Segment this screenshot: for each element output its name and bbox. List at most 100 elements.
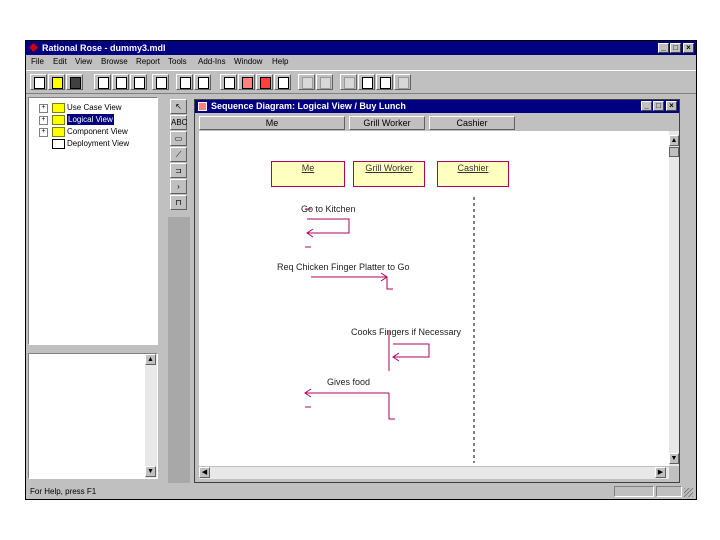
column-header-cashier[interactable]: Cashier — [429, 116, 515, 130]
rational-rose-window: Rational Rose - dummy3.mdl _ □ × File Ed… — [25, 40, 697, 500]
zoom-out-icon — [362, 77, 373, 89]
close-button[interactable]: × — [683, 43, 694, 53]
browser-toggle-button[interactable] — [194, 74, 211, 90]
status-text: For Help, press F1 — [30, 487, 97, 496]
menu-add-ins[interactable]: Add-Ins — [198, 57, 226, 66]
fit-window-button[interactable] — [376, 74, 393, 90]
rose-logo-icon — [29, 43, 38, 52]
browser-tree: + Use Case View + Logical View + Compone… — [28, 97, 158, 345]
diagram-horizontal-scrollbar[interactable]: ◀ ▶ — [199, 467, 669, 479]
message-label[interactable]: Cooks Fingers if Necessary — [351, 327, 461, 337]
documentation-pane[interactable]: ▲ ▼ — [28, 353, 158, 479]
scroll-thumb[interactable] — [669, 147, 679, 157]
context-help-button[interactable] — [176, 74, 193, 90]
status-pane — [656, 486, 682, 497]
status-pane — [614, 486, 654, 497]
diagram-minimize-button[interactable]: _ — [641, 101, 652, 111]
anchor-line-icon: ⟋ — [175, 150, 182, 159]
new-file-icon — [34, 77, 45, 89]
menu-view[interactable]: View — [75, 57, 92, 66]
class-diagram-button[interactable] — [220, 74, 237, 90]
message-label[interactable]: Gives food — [327, 377, 370, 387]
activation-bar — [386, 277, 393, 290]
note-tool[interactable]: ▭ — [170, 131, 187, 146]
fit-window-icon — [380, 77, 391, 89]
expand-icon[interactable]: + — [39, 128, 48, 137]
scroll-right-icon[interactable]: ▶ — [655, 467, 666, 478]
diagram-arrows — [304, 197, 475, 463]
menu-help[interactable]: Help — [272, 57, 288, 66]
message-tool[interactable]: › — [170, 179, 187, 194]
undo-fit-icon — [398, 77, 409, 89]
scroll-up-icon[interactable]: ▲ — [145, 354, 156, 365]
menu-file[interactable]: File — [31, 57, 44, 66]
tree-item-label: Deployment View — [67, 139, 130, 148]
activation-bar — [388, 393, 395, 420]
menu-tools[interactable]: Tools — [168, 57, 187, 66]
diagram-vertical-scrollbar[interactable]: ▲ ▼ — [669, 131, 679, 466]
arrow-question-icon — [180, 77, 191, 89]
save-button[interactable] — [66, 74, 83, 90]
sequence-diagram-icon — [242, 77, 253, 89]
folder-icon — [52, 115, 65, 125]
tree-item-label: Logical View — [67, 114, 114, 125]
navigate-back-button[interactable] — [298, 74, 315, 90]
column-header-me[interactable]: Me — [199, 116, 345, 130]
text-tool[interactable]: ABC — [170, 115, 187, 130]
scroll-up-icon[interactable]: ▲ — [669, 135, 679, 146]
message-label[interactable]: Req Chicken Finger Platter to Go — [277, 262, 410, 272]
folder-icon — [52, 127, 65, 137]
sequence-diagram-button[interactable] — [238, 74, 255, 90]
scroll-left-icon[interactable]: ◀ — [199, 467, 210, 478]
open-file-button[interactable] — [48, 74, 65, 90]
menu-bar: File Edit View Browse Report Tools Add-I… — [26, 55, 696, 69]
menu-edit[interactable]: Edit — [53, 57, 67, 66]
app-title-bar: Rational Rose - dummy3.mdl _ □ × — [26, 41, 696, 55]
forward-arrow-icon — [320, 77, 331, 89]
browser-icon — [198, 77, 209, 89]
zoom-out-button[interactable] — [358, 74, 375, 90]
expand-icon[interactable]: + — [39, 104, 48, 113]
cut-button[interactable] — [94, 74, 111, 90]
deployment-diagram-button[interactable] — [274, 74, 291, 90]
maximize-button[interactable]: □ — [670, 43, 681, 53]
tree-item-label: Use Case View — [67, 103, 122, 112]
paste-button[interactable] — [130, 74, 147, 90]
print-button[interactable] — [152, 74, 169, 90]
selection-tool[interactable]: ↖ — [170, 99, 187, 114]
minimize-button[interactable]: _ — [658, 43, 669, 53]
paste-icon — [134, 77, 145, 89]
menu-browse[interactable]: Browse — [101, 57, 128, 66]
note-icon: ▭ — [174, 134, 183, 143]
diagram-close-button[interactable]: × — [666, 101, 677, 111]
message-arrow-icon: › — [177, 182, 180, 191]
menu-window[interactable]: Window — [234, 57, 262, 66]
component-diagram-button[interactable] — [256, 74, 273, 90]
object-tool[interactable]: ⊐ — [170, 163, 187, 178]
tree-item-label: Component View — [67, 127, 128, 136]
scroll-down-icon[interactable]: ▼ — [669, 453, 679, 464]
scroll-down-icon[interactable]: ▼ — [145, 466, 156, 477]
menu-report[interactable]: Report — [136, 57, 160, 66]
new-file-button[interactable] — [30, 74, 47, 90]
main-toolbar — [26, 70, 696, 94]
self-message-tool[interactable]: ⊓ — [170, 195, 187, 210]
diagram-canvas[interactable]: Me Grill Worker Cashier Go to Kitchen Re… — [199, 131, 669, 466]
copy-button[interactable] — [112, 74, 129, 90]
message-label[interactable]: Go to Kitchen — [301, 204, 356, 214]
save-disk-icon — [70, 77, 81, 89]
navigate-forward-button[interactable] — [316, 74, 333, 90]
expand-icon[interactable]: + — [39, 116, 48, 125]
diagram-toolbox: ↖ ABC ▭ ⟋ ⊐ › ⊓ — [168, 97, 190, 217]
anchor-tool[interactable]: ⟋ — [170, 147, 187, 162]
back-arrow-icon — [302, 77, 313, 89]
column-header-grill-worker[interactable]: Grill Worker — [349, 116, 425, 130]
status-bar: For Help, press F1 — [26, 485, 696, 499]
object-icon: ⊐ — [175, 166, 182, 175]
resize-grip-icon[interactable] — [684, 488, 693, 497]
diagram-maximize-button[interactable]: □ — [653, 101, 664, 111]
zoom-in-button[interactable] — [340, 74, 357, 90]
undo-fit-button[interactable] — [394, 74, 411, 90]
doc-scrollbar[interactable]: ▲ ▼ — [145, 354, 157, 478]
printer-icon — [156, 77, 167, 89]
